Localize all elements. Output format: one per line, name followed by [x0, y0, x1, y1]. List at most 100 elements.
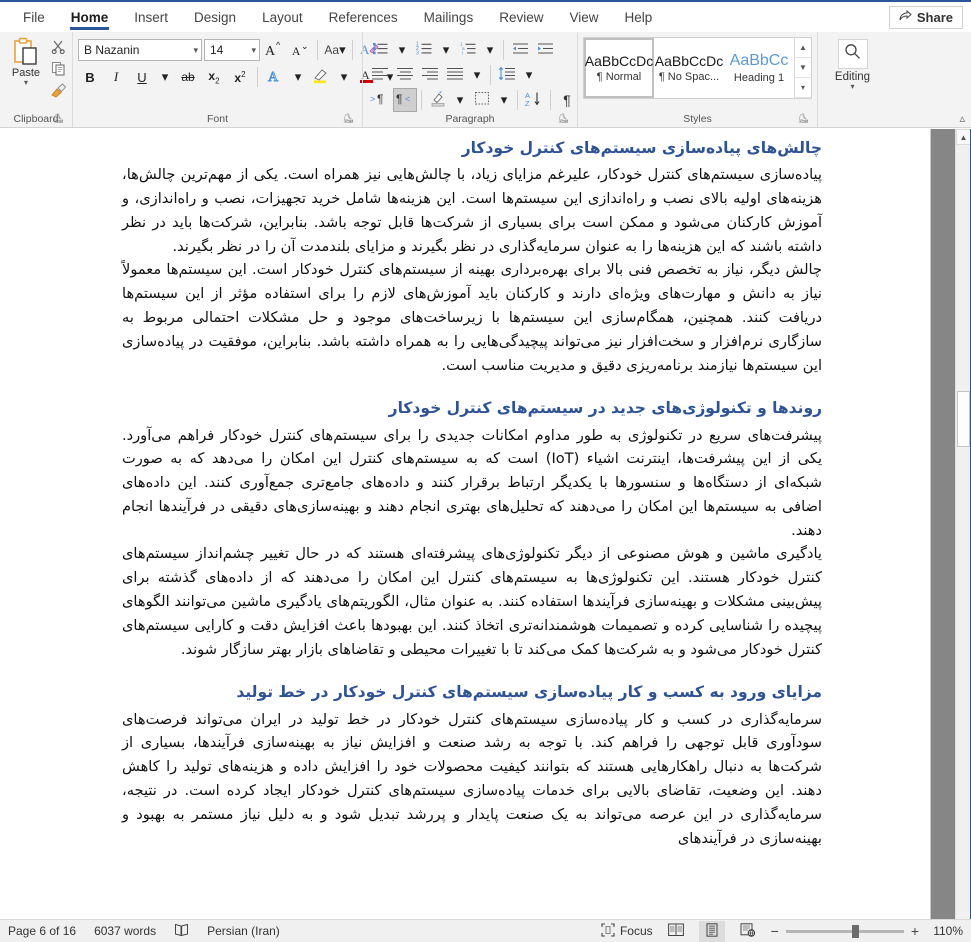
font-dialog-launcher-icon[interactable]: ⛸ [343, 111, 354, 126]
cut-button[interactable] [48, 39, 68, 58]
style-name-normal: ¶ Normal [596, 71, 642, 83]
svg-text:Z: Z [525, 99, 530, 107]
text-effects-dropdown-button[interactable]: ▾ [289, 65, 307, 89]
ltr-text-direction-button[interactable]: > ¶ [368, 88, 392, 112]
style-preview-heading-1: AaBbCс [729, 52, 789, 69]
highlight-button[interactable] [309, 65, 333, 89]
borders-button[interactable] [470, 88, 494, 112]
paste-dropdown-chevron-icon[interactable]: ▾ [24, 79, 28, 87]
style-item-normal[interactable]: AaBbCcDc ¶ Normal [584, 38, 654, 98]
increase-indent-button[interactable] [533, 38, 557, 62]
paste-button[interactable]: Paste ▾ [5, 35, 47, 87]
text-effects-button[interactable]: A [263, 65, 287, 89]
copy-button[interactable] [48, 61, 68, 80]
subscript-button[interactable]: x2 [202, 65, 226, 89]
tab-home[interactable]: Home [58, 2, 122, 32]
web-layout-view-button[interactable] [735, 921, 761, 942]
change-case-button[interactable]: Aa ▾ [323, 38, 347, 62]
grow-font-icon: A ^ [264, 40, 284, 61]
word-count-status[interactable]: 6037 words [94, 924, 156, 938]
language-status[interactable]: Persian (Iran) [207, 924, 280, 938]
styles-dialog-launcher-icon[interactable]: ⛸ [798, 111, 809, 126]
proofing-status[interactable] [174, 923, 189, 940]
numbering-button[interactable]: 123 [412, 38, 436, 62]
editing-button[interactable]: Editing ▾ [823, 35, 882, 91]
focus-mode-button[interactable]: Focus [601, 922, 653, 940]
italic-button[interactable]: I [104, 65, 128, 89]
print-layout-view-button[interactable] [698, 920, 725, 942]
strikethrough-button[interactable]: ab [176, 65, 200, 89]
highlight-dropdown-button[interactable]: ▾ [335, 65, 353, 89]
clipboard-dialog-launcher-icon[interactable]: ⛸ [53, 111, 64, 126]
underline-button[interactable]: U [130, 65, 154, 89]
highlight-icon [312, 67, 330, 87]
rtl-text-direction-button[interactable]: ¶ < [393, 88, 417, 112]
tab-layout[interactable]: Layout [249, 2, 316, 32]
scrollbar-thumb[interactable] [957, 391, 970, 447]
paragraph-group-label: Paragraph ⛸ [368, 112, 572, 127]
underline-dropdown-button[interactable]: ▾ [156, 65, 174, 89]
tab-design[interactable]: Design [181, 2, 249, 32]
focus-icon [601, 922, 615, 940]
multilevel-list-icon: 1ai [460, 41, 477, 59]
tab-insert[interactable]: Insert [121, 2, 181, 32]
shading-button[interactable] [426, 88, 450, 112]
tab-help[interactable]: Help [612, 2, 666, 32]
line-spacing-button[interactable] [495, 63, 519, 87]
tab-review[interactable]: Review [486, 2, 556, 32]
styles-scroll-down-icon[interactable]: ▼ [795, 58, 811, 78]
zoom-in-button[interactable]: + [911, 923, 919, 939]
numbering-dropdown-button[interactable]: ▾ [437, 38, 455, 62]
align-right-button[interactable] [418, 63, 442, 87]
editing-chevron-down-icon[interactable]: ▾ [850, 83, 854, 91]
zoom-out-button[interactable]: − [771, 923, 779, 939]
bullets-dropdown-button[interactable]: ▾ [393, 38, 411, 62]
show-formatting-marks-button[interactable]: ¶ [555, 88, 579, 112]
paragraph-dialog-launcher-icon[interactable]: ⛸ [558, 111, 569, 126]
tab-mailings-label: Mailings [423, 9, 474, 25]
read-mode-view-button[interactable] [663, 921, 689, 942]
zoom-level-label[interactable]: 110% [929, 924, 963, 938]
page-number-status[interactable]: Page 6 of 16 [8, 924, 76, 938]
format-painter-button[interactable] [48, 82, 68, 102]
borders-dropdown-button[interactable]: ▾ [495, 88, 513, 112]
zoom-track[interactable] [785, 924, 904, 938]
zoom-thumb[interactable] [851, 924, 859, 938]
center-button[interactable] [393, 63, 417, 87]
tab-file[interactable]: File [10, 2, 58, 32]
justify-button[interactable] [443, 63, 467, 87]
svg-text:⌄: ⌄ [301, 41, 309, 51]
justify-dropdown-button[interactable]: ▾ [468, 63, 486, 87]
align-left-button[interactable] [368, 63, 392, 87]
shading-dropdown-button[interactable]: ▾ [451, 88, 469, 112]
focus-label: Focus [619, 924, 653, 938]
bullets-button[interactable] [368, 38, 392, 62]
zoom-slider[interactable]: − + [771, 923, 919, 939]
line-spacing-dropdown-button[interactable]: ▾ [520, 63, 538, 87]
styles-more-icon[interactable]: ▾ [795, 78, 811, 98]
tab-view-label: View [569, 9, 599, 25]
tab-design-label: Design [194, 9, 237, 25]
grow-font-button[interactable]: A ^ [262, 38, 286, 62]
tab-view[interactable]: View [556, 2, 611, 32]
document-page[interactable]: چالش‌های پیاده‌سازی سیستم‌های کنترل خودک… [0, 129, 931, 919]
tab-mailings[interactable]: Mailings [411, 2, 487, 32]
bold-button[interactable]: B [78, 65, 102, 89]
decrease-indent-button[interactable] [508, 38, 532, 62]
tab-references[interactable]: References [316, 2, 411, 32]
style-item-no-spacing[interactable]: AaBbCcDc ¶ No Spac... [654, 38, 724, 98]
style-item-heading-1[interactable]: AaBbCс Heading 1 [724, 38, 794, 98]
collapse-ribbon-icon[interactable]: ▵ [959, 112, 965, 125]
shrink-font-button[interactable]: A ⌄ [288, 38, 312, 62]
multilevel-list-button[interactable]: 1ai [456, 38, 480, 62]
styles-scroll-up-icon[interactable]: ▲ [795, 38, 811, 58]
multilevel-list-dropdown-button[interactable]: ▾ [481, 38, 499, 62]
share-label: Share [916, 10, 953, 25]
font-size-combobox[interactable]: 14 ▾ [204, 39, 260, 61]
share-button[interactable]: Share [888, 6, 963, 29]
vertical-scrollbar[interactable]: ▲ [955, 129, 971, 919]
font-name-combobox[interactable]: B Nazanin ▾ [78, 39, 202, 61]
sort-button[interactable]: AZ [522, 88, 546, 112]
scroll-up-arrow-icon[interactable]: ▲ [956, 129, 971, 145]
superscript-button[interactable]: x2 [228, 65, 252, 89]
